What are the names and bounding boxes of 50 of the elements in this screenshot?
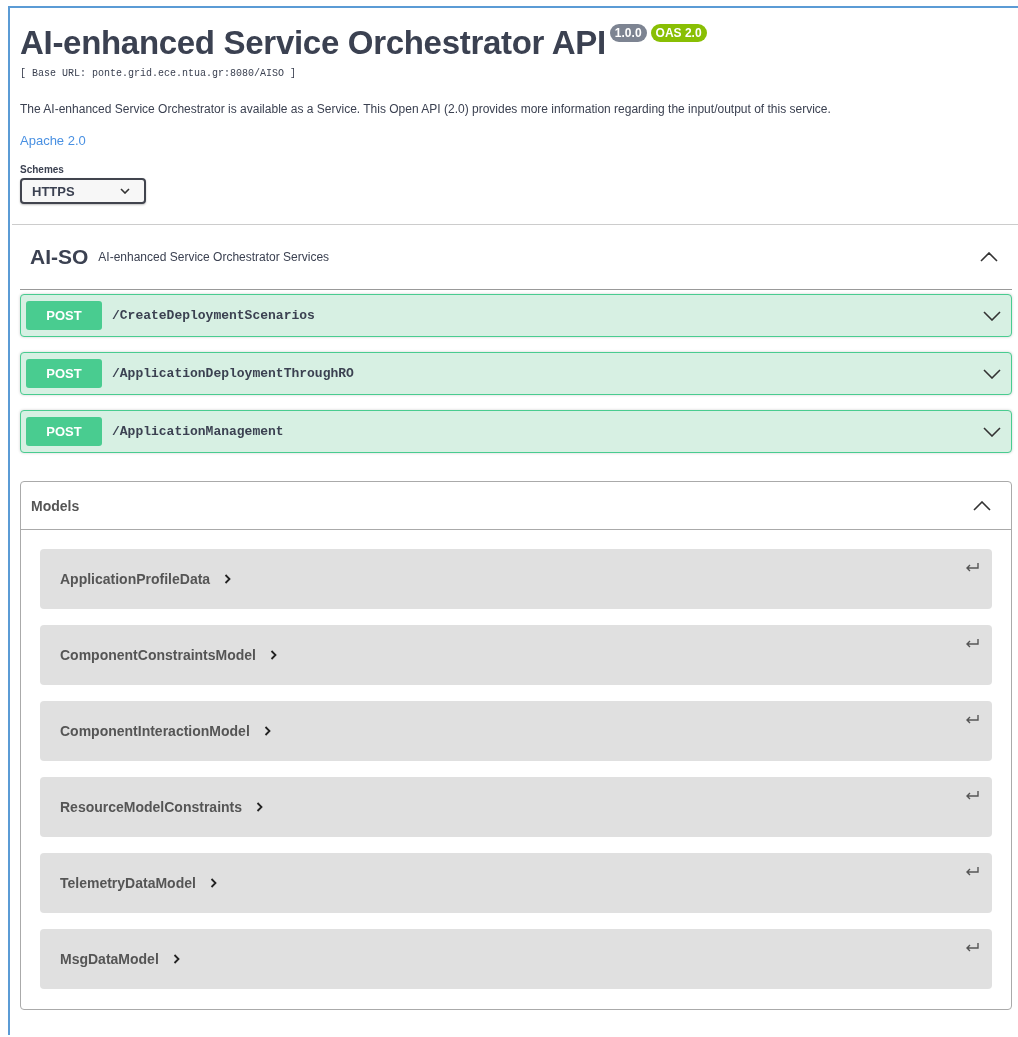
method-label: POST: [26, 301, 102, 330]
chevron-right-icon[interactable]: [256, 802, 264, 812]
schemes-label: Schemes: [20, 164, 65, 175]
operation-row[interactable]: POST /ApplicationDeploymentThroughRO: [20, 352, 1012, 395]
spec-badge: OAS 2.0: [650, 24, 707, 42]
expand-icon[interactable]: [983, 310, 1001, 321]
method-label: POST: [26, 359, 102, 388]
chevron-right-icon[interactable]: [270, 650, 277, 660]
tag-description: AI-enhanced Service Orchestrator Services: [98, 250, 331, 264]
collapse-icon[interactable]: [973, 500, 991, 511]
model-row[interactable]: TelemetryDataModel: [40, 853, 992, 913]
endpoint-path: /ApplicationManagement: [112, 424, 285, 439]
version-badge: 1.0.0: [609, 24, 647, 42]
description: The AI-enhanced Service Orchestrator is available as a Service. This Open API (2.0) provides more information regarding the input/output of this service.: [20, 102, 832, 116]
model-name: TelemetryDataModel: [60, 875, 196, 891]
endpoint-path: /ApplicationDeploymentThroughRO: [112, 366, 355, 381]
expand-icon[interactable]: [983, 426, 1001, 437]
return-arrow-icon: [965, 790, 980, 801]
model-row[interactable]: ResourceModelConstraints: [40, 777, 992, 837]
model-row[interactable]: ComponentInteractionModel: [40, 701, 992, 761]
return-arrow-icon: [965, 866, 980, 877]
operation-row[interactable]: POST /CreateDeploymentScenarios: [20, 294, 1012, 337]
chevron-right-icon[interactable]: [263, 726, 271, 736]
base-url: [ Base URL: ponte.grid.ece.ntua.gr:8080/AISO ]: [20, 68, 298, 79]
method-label: POST: [26, 417, 102, 446]
model-name: ComponentConstraintsModel: [60, 647, 256, 663]
model-row[interactable]: ComponentConstraintsModel: [40, 625, 992, 685]
chevron-right-icon[interactable]: [224, 574, 232, 584]
models-title[interactable]: Models: [31, 497, 80, 514]
return-arrow-icon: [965, 562, 980, 573]
chevron-right-icon[interactable]: [172, 954, 180, 964]
model-row[interactable]: MsgDataModel: [40, 929, 992, 989]
license-link[interactable]: Apache 2.0: [20, 133, 86, 148]
model-name: MsgDataModel: [60, 951, 159, 967]
schemes-select[interactable]: HTTPS: [20, 178, 146, 204]
return-arrow-icon: [965, 942, 980, 953]
tag-name[interactable]: AI-SO: [30, 245, 89, 269]
model-name: ApplicationProfileData: [60, 571, 211, 587]
model-row[interactable]: ApplicationProfileData: [40, 549, 992, 609]
expand-icon[interactable]: [983, 368, 1001, 379]
model-name: ResourceModelConstraints: [60, 799, 243, 815]
return-arrow-icon: [965, 714, 980, 725]
chevron-down-icon: [120, 188, 130, 194]
model-name: ComponentInteractionModel: [60, 723, 250, 739]
chevron-right-icon[interactable]: [209, 878, 217, 888]
return-arrow-icon: [965, 638, 980, 649]
operation-row[interactable]: POST /ApplicationManagement: [20, 410, 1012, 453]
collapse-icon[interactable]: [980, 252, 998, 262]
api-title: AI-enhanced Service Orchestrator API: [20, 24, 606, 62]
endpoint-path: /CreateDeploymentScenarios: [112, 308, 316, 323]
